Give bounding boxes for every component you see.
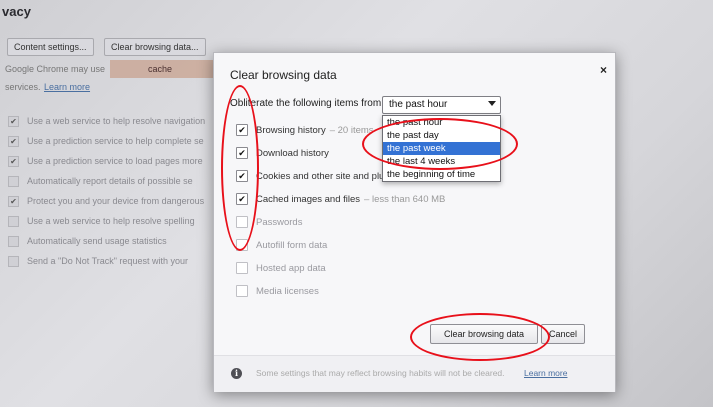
privacy-intro-text: Google Chrome may use <box>5 64 106 74</box>
option-checkbox[interactable] <box>8 215 19 227</box>
data-type-label: Browsing history <box>256 124 326 136</box>
checkmark-icon[interactable]: ✔ <box>236 147 248 159</box>
privacy-option-row[interactable]: Automatically report details of possible… <box>8 174 193 188</box>
data-type-row[interactable]: ✔ Cached images and files – less than 640 … <box>236 192 445 206</box>
cancel-button[interactable]: Cancel <box>541 324 585 344</box>
footer-text: Some settings that may reflect browsing … <box>256 368 505 378</box>
time-range-option[interactable]: the past day <box>383 129 500 142</box>
data-type-detail: – 20 items <box>329 124 374 136</box>
privacy-option-row[interactable]: ✔ Use a prediction service to load pages … <box>8 154 203 168</box>
info-icon: i <box>231 368 242 379</box>
data-type-row[interactable]: ✔ Download history <box>236 146 329 160</box>
services-text: services. <box>5 82 41 92</box>
privacy-option-row[interactable]: Use a web service to help resolve spelli… <box>8 214 195 228</box>
checkbox[interactable] <box>236 216 248 228</box>
chevron-down-icon <box>488 101 496 106</box>
time-range-option[interactable]: the past week <box>383 142 500 155</box>
cache-text: cache <box>148 64 173 74</box>
time-range-option[interactable]: the past hour <box>383 116 500 129</box>
option-label: Send a "Do Not Track" request with your <box>27 256 188 266</box>
data-type-label: Download history <box>256 147 329 159</box>
page-title: vacy <box>2 4 31 19</box>
time-range-value: the past hour <box>389 99 448 110</box>
data-type-row[interactable]: Autofill form data <box>236 238 327 252</box>
privacy-option-row[interactable]: ✔ Use a prediction service to help comple… <box>8 134 204 148</box>
option-checkbox[interactable] <box>8 235 19 247</box>
data-type-label: Hosted app data <box>256 262 326 274</box>
option-checkbox[interactable]: ✔ <box>8 155 19 167</box>
option-label: Use a web service to help resolve naviga… <box>27 116 206 126</box>
privacy-option-row[interactable]: Send a "Do Not Track" request with your <box>8 254 188 268</box>
data-type-row[interactable]: ✔ Browsing history – 20 items <box>236 123 374 137</box>
footer-learn-more-link[interactable]: Learn more <box>524 368 567 378</box>
option-checkbox[interactable]: ✔ <box>8 195 19 207</box>
obliterate-label: Obliterate the following items from: <box>230 98 384 109</box>
time-range-select[interactable]: the past hour <box>382 96 501 114</box>
checkmark-icon[interactable]: ✔ <box>236 193 248 205</box>
option-checkbox[interactable] <box>8 175 19 187</box>
time-range-option[interactable]: the last 4 weeks <box>383 155 500 168</box>
privacy-option-row[interactable]: ✔ Protect you and your device from danger… <box>8 194 204 208</box>
option-label: Use a web service to help resolve spelli… <box>27 216 195 226</box>
checkbox[interactable] <box>236 262 248 274</box>
checkmark-icon[interactable]: ✔ <box>236 124 248 136</box>
dialog-title: Clear browsing data <box>230 68 337 82</box>
option-label: Protect you and your device from dangero… <box>27 196 205 206</box>
clear-browsing-data-button[interactable]: Clear browsing data... <box>104 38 206 56</box>
checkmark-icon[interactable]: ✔ <box>236 170 248 182</box>
data-type-row[interactable]: Media licenses <box>236 284 319 298</box>
option-checkbox[interactable] <box>8 255 19 267</box>
checkbox[interactable] <box>236 239 248 251</box>
dialog-footer: i Some settings that may reflect browsin… <box>214 355 615 392</box>
data-type-row[interactable]: ✔ Cookies and other site and plu <box>236 169 384 183</box>
data-type-label: Autofill form data <box>256 239 328 251</box>
option-label: Automatically send usage statistics <box>27 236 167 246</box>
option-label: Use a prediction service to help complet… <box>27 136 204 146</box>
time-range-dropdown: the past hour the past day the past week th… <box>382 115 501 182</box>
data-type-detail: – less than 640 MB <box>364 193 446 205</box>
data-type-label: Passwords <box>256 216 303 228</box>
clear-browsing-data-confirm-button[interactable]: Clear browsing data <box>430 324 538 344</box>
data-type-row[interactable]: Hosted app data <box>236 261 326 275</box>
option-checkbox[interactable]: ✔ <box>8 115 19 127</box>
option-label: Automatically report details of possible… <box>27 176 193 186</box>
privacy-option-row[interactable]: ✔ Use a web service to help resolve navig… <box>8 114 205 128</box>
data-type-label: Cached images and files <box>256 193 361 205</box>
close-icon[interactable]: × <box>600 63 607 77</box>
clear-browsing-data-dialog: Clear browsing data × Obliterate the fol… <box>213 52 616 392</box>
option-label: Use a prediction service to load pages m… <box>27 156 203 166</box>
data-type-label: Cookies and other site and plu <box>256 170 385 182</box>
option-checkbox[interactable]: ✔ <box>8 135 19 147</box>
time-range-option[interactable]: the beginning of time <box>383 168 500 181</box>
data-type-row[interactable]: Passwords <box>236 215 302 229</box>
privacy-option-row[interactable]: Automatically send usage statistics <box>8 234 167 248</box>
content-settings-button[interactable]: Content settings... <box>7 38 94 56</box>
checkbox[interactable] <box>236 285 248 297</box>
learn-more-link[interactable]: Learn more <box>44 82 90 92</box>
data-type-label: Media licenses <box>256 285 319 297</box>
